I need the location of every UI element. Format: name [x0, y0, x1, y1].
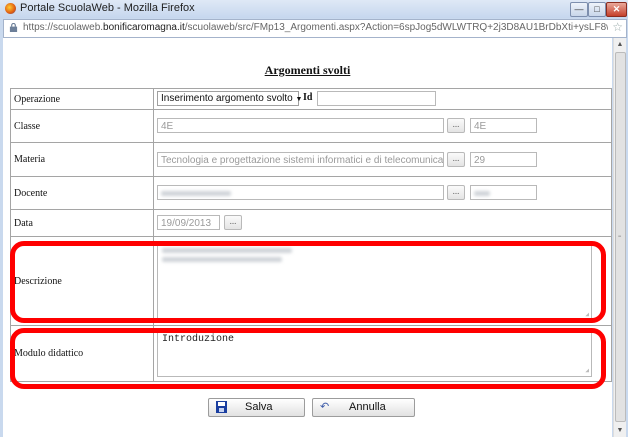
undo-icon: ↶ — [320, 401, 330, 413]
url-text: https://scuolaweb.bonificaromagna.it/scu… — [23, 22, 608, 33]
cancel-button[interactable]: ↶ Annulla — [312, 398, 415, 417]
minimize-button[interactable]: — — [570, 2, 588, 17]
id-label: Id — [303, 92, 313, 103]
address-bar[interactable]: https://scuolaweb.bonificaromagna.it/scu… — [3, 19, 627, 38]
classe-code-input[interactable]: 4E — [470, 118, 537, 133]
id-input[interactable] — [317, 91, 436, 106]
grip-icon: ≡ — [618, 234, 622, 240]
highlight-descrizione — [10, 241, 606, 323]
classe-input[interactable]: 4E — [157, 118, 444, 133]
classe-lookup-button[interactable]: ... — [447, 118, 465, 133]
row-materia: Materia Tecnologia e progettazione siste… — [10, 142, 612, 177]
docente-lookup-button[interactable]: ... — [447, 185, 465, 200]
operazione-select[interactable]: Inserimento argomento svolto ▼ — [157, 91, 302, 106]
row-data: Data 19/09/2013 ... — [10, 209, 612, 237]
materia-input[interactable]: Tecnologia e progettazione sistemi infor… — [157, 152, 444, 167]
lock-icon — [9, 23, 18, 32]
firefox-icon — [5, 3, 16, 14]
row-classe: Classe 4E ... 4E — [10, 109, 612, 143]
save-label: Salva — [245, 401, 273, 413]
scroll-thumb[interactable]: ≡ — [615, 52, 626, 422]
highlight-modulo — [10, 328, 606, 389]
docente-input[interactable] — [157, 185, 444, 200]
row-docente: Docente ... — [10, 176, 612, 210]
docente-code-input[interactable] — [470, 185, 537, 200]
materia-lookup-button[interactable]: ... — [447, 152, 465, 167]
calendar-button[interactable]: ... — [224, 215, 242, 230]
scroll-up-icon[interactable]: ▲ — [614, 38, 626, 51]
scroll-down-icon[interactable]: ▼ — [614, 424, 626, 437]
row-operazione: Operazione Inserimento argomento svolto … — [10, 88, 612, 110]
redacted-text — [474, 190, 490, 196]
label-classe: Classe — [10, 109, 154, 143]
browser-window: Portale ScuolaWeb - Mozilla Firefox — □ … — [0, 0, 628, 437]
close-button[interactable]: ✕ — [606, 2, 627, 17]
label-data: Data — [10, 209, 154, 237]
cancel-label: Annulla — [349, 401, 386, 413]
floppy-disk-icon — [216, 401, 227, 413]
save-button[interactable]: Salva — [208, 398, 305, 417]
window-title: Portale ScuolaWeb - Mozilla Firefox — [20, 2, 195, 14]
vertical-scrollbar[interactable]: ▲ ≡ ▼ — [613, 38, 626, 437]
page-content: Argomenti svolti Operazione Inserimento … — [3, 38, 612, 437]
bookmark-star-icon[interactable]: ☆ — [612, 20, 623, 35]
chevron-down-icon: ▼ — [295, 96, 303, 103]
maximize-button[interactable]: □ — [588, 2, 606, 17]
title-bar: Portale ScuolaWeb - Mozilla Firefox — □ … — [0, 0, 628, 18]
data-input[interactable]: 19/09/2013 — [157, 215, 220, 230]
label-operazione: Operazione — [10, 88, 154, 110]
label-docente: Docente — [10, 176, 154, 210]
materia-code-input[interactable]: 29 — [470, 152, 537, 167]
form-title: Argomenti svolti — [264, 63, 351, 77]
redacted-text — [161, 190, 231, 196]
label-materia: Materia — [10, 142, 154, 177]
